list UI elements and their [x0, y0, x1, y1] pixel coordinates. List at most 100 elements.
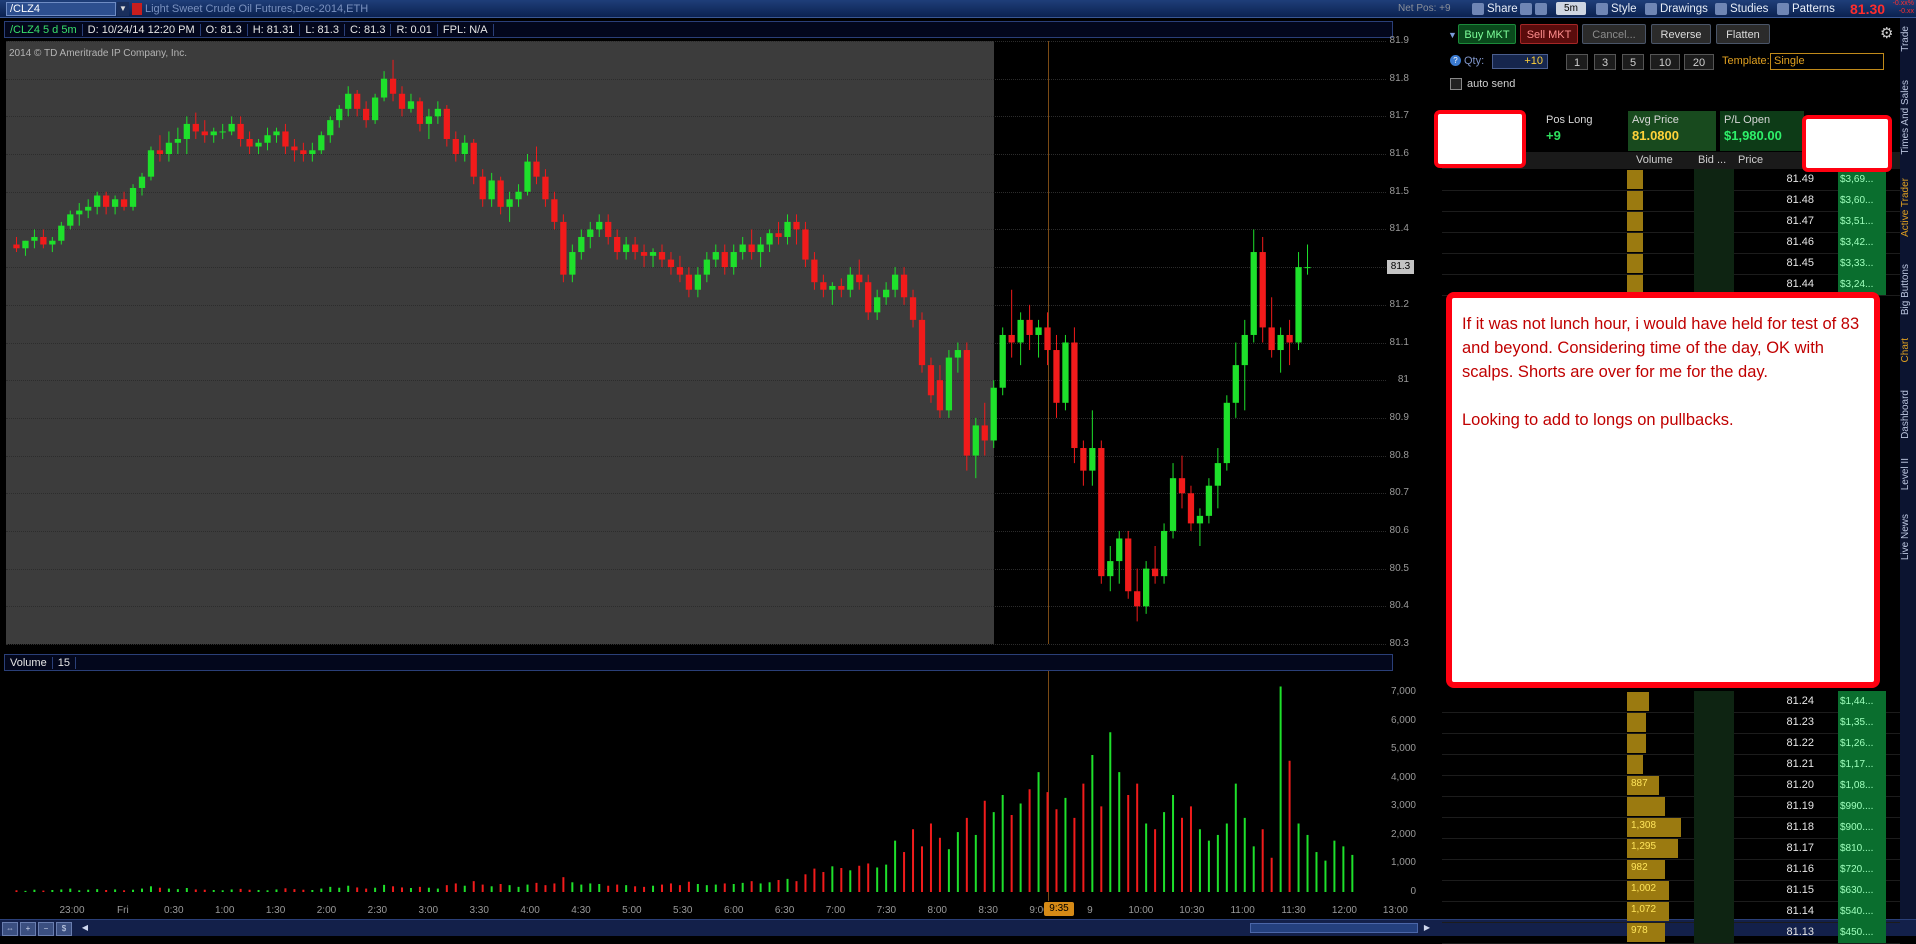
side-tab-big-buttons[interactable]: Big Buttons	[1900, 264, 1916, 315]
ladder-price[interactable]: 81.13	[1734, 922, 1830, 943]
candle	[623, 236, 630, 260]
ladder-bid-cell[interactable]	[1694, 169, 1734, 190]
studies-button[interactable]: Studies	[1715, 1, 1768, 17]
time-axis[interactable]: 23:00 Fri 0:30 1:00 1:30 2:00 2:30 3:00 3:30 4:00…	[6, 903, 1407, 919]
drawings-button[interactable]: Drawings	[1645, 1, 1708, 17]
ladder-price[interactable]: 81.22	[1734, 733, 1830, 754]
pos-long-value: +9	[1546, 128, 1561, 143]
ladder-bid-cell[interactable]	[1694, 253, 1734, 274]
price-axis[interactable]: 81.9 81.8 81.7 81.6 81.5 81.4 81.3 81.2 81.1 81 80…	[1386, 35, 1412, 649]
expand-icon[interactable]: ⇔	[2, 922, 18, 936]
side-tab-active-trader[interactable]: Active Trader	[1900, 178, 1916, 237]
side-tab-times-and-sales[interactable]: Times And Sales	[1900, 80, 1916, 155]
ladder-bid-cell[interactable]	[1694, 232, 1734, 253]
side-tab-chart[interactable]: Chart	[1900, 338, 1916, 362]
ladder-bid-cell[interactable]	[1694, 859, 1734, 880]
qty-20-button[interactable]: 20	[1684, 54, 1714, 70]
style-button[interactable]: Style	[1596, 1, 1637, 17]
ladder-row[interactable]: 1,308 81.18 $900....	[1442, 817, 1900, 839]
ladder-row[interactable]: 81.45 $3,33...	[1442, 253, 1900, 275]
ladder-row[interactable]: 81.24 $1,44...	[1442, 691, 1900, 713]
ladder-bid-cell[interactable]	[1694, 817, 1734, 838]
ladder-row[interactable]: 978 81.13 $450....	[1442, 922, 1900, 944]
zoom-in-icon[interactable]: +	[20, 922, 36, 936]
scroll-left-icon[interactable]: ◀	[78, 922, 92, 934]
ladder-price[interactable]: 81.45	[1734, 253, 1830, 274]
symbol-input[interactable]: /CLZ4	[6, 2, 116, 16]
ladder-price[interactable]: 81.17	[1734, 838, 1830, 859]
side-tab-level-ii[interactable]: Level II	[1900, 458, 1916, 490]
ladder-bid-cell[interactable]	[1694, 733, 1734, 754]
side-tab-dashboard[interactable]: Dashboard	[1900, 390, 1916, 439]
ladder-bid-cell[interactable]	[1694, 880, 1734, 901]
ladder-price[interactable]: 81.47	[1734, 211, 1830, 232]
candle	[936, 365, 944, 418]
ladder-price[interactable]: 81.46	[1734, 232, 1830, 253]
ladder-row[interactable]: 81.47 $3,51...	[1442, 211, 1900, 233]
symbol-dropdown-icon[interactable]: ▼	[117, 2, 129, 16]
ladder-row[interactable]: 1,072 81.14 $540....	[1442, 901, 1900, 923]
ladder-bid-header[interactable]: Bid ...	[1698, 154, 1726, 166]
ladder-price[interactable]: 81.15	[1734, 880, 1830, 901]
ladder-bid-cell[interactable]	[1694, 775, 1734, 796]
buy-market-button[interactable]: Buy MKT	[1458, 24, 1516, 44]
checkbox-icon[interactable]	[1450, 78, 1462, 90]
ladder-row[interactable]: 81.19 $990....	[1442, 796, 1900, 818]
scroll-right-icon[interactable]: ▶	[1420, 922, 1434, 934]
ladder-price[interactable]: 81.49	[1734, 169, 1830, 190]
sell-market-button[interactable]: Sell MKT	[1520, 24, 1578, 44]
ladder-row[interactable]: 1,295 81.17 $810....	[1442, 838, 1900, 860]
ladder-bid-cell[interactable]	[1694, 712, 1734, 733]
price-scale-icon[interactable]: $	[56, 922, 72, 936]
ladder-price[interactable]: 81.16	[1734, 859, 1830, 880]
ladder-row[interactable]: 982 81.16 $720....	[1442, 859, 1900, 881]
timeframe-selector[interactable]: 5m	[1556, 2, 1586, 15]
ladder-bid-cell[interactable]	[1694, 922, 1734, 943]
cursor-tool-icon[interactable]	[1520, 1, 1547, 17]
ladder-volume-header[interactable]: Volume	[1636, 154, 1673, 166]
horizontal-scrollbar[interactable]	[1250, 923, 1418, 933]
ladder-price[interactable]: 81.24	[1734, 691, 1830, 712]
ladder-bid-cell[interactable]	[1694, 901, 1734, 922]
share-button[interactable]: Share	[1472, 1, 1518, 17]
ladder-bid-cell[interactable]	[1694, 838, 1734, 859]
ladder-bid-cell[interactable]	[1694, 211, 1734, 232]
side-tab-live-news[interactable]: Live News	[1900, 514, 1916, 560]
ladder-price[interactable]: 81.20	[1734, 775, 1830, 796]
gear-icon[interactable]: ⚙	[1880, 24, 1893, 42]
ladder-price[interactable]: 81.48	[1734, 190, 1830, 211]
ladder-bid-cell[interactable]	[1694, 754, 1734, 775]
chart-symbol-period[interactable]: /CLZ4 5 d 5m	[5, 23, 83, 36]
ladder-price[interactable]: 81.21	[1734, 754, 1830, 775]
ladder-price[interactable]: 81.14	[1734, 901, 1830, 922]
qty-10-button[interactable]: 10	[1650, 54, 1680, 70]
template-select[interactable]: Single	[1770, 53, 1884, 70]
zoom-out-icon[interactable]: −	[38, 922, 54, 936]
ladder-row[interactable]: 81.48 $3,60...	[1442, 190, 1900, 212]
patterns-button[interactable]: Patterns	[1777, 1, 1835, 17]
cancel-button[interactable]: Cancel...	[1582, 24, 1646, 44]
time-tick-label: 13:00	[1382, 905, 1408, 916]
ladder-row[interactable]: 81.46 $3,42...	[1442, 232, 1900, 254]
ladder-price[interactable]: 81.23	[1734, 712, 1830, 733]
ladder-row[interactable]: 81.21 $1,17...	[1442, 754, 1900, 776]
ladder-bid-cell[interactable]	[1694, 190, 1734, 211]
qty-1-button[interactable]: 1	[1566, 54, 1588, 70]
side-tab-trade[interactable]: Trade	[1900, 26, 1916, 52]
ladder-row[interactable]: 81.22 $1,26...	[1442, 733, 1900, 755]
ladder-bid-cell[interactable]	[1694, 796, 1734, 817]
ladder-row[interactable]: 81.49 $3,69...	[1442, 169, 1900, 191]
quantity-stepper[interactable]: +10	[1492, 54, 1548, 69]
ladder-bid-cell[interactable]	[1694, 691, 1734, 712]
auto-send-checkbox[interactable]: auto send	[1450, 78, 1515, 90]
ladder-price[interactable]: 81.18	[1734, 817, 1830, 838]
ladder-row[interactable]: 81.23 $1,35...	[1442, 712, 1900, 734]
qty-5-button[interactable]: 5	[1622, 54, 1644, 70]
ladder-price-header[interactable]: Price	[1738, 154, 1763, 166]
ladder-row[interactable]: 1,002 81.15 $630....	[1442, 880, 1900, 902]
ladder-price[interactable]: 81.19	[1734, 796, 1830, 817]
qty-3-button[interactable]: 3	[1594, 54, 1616, 70]
ladder-row[interactable]: 887 81.20 $1,08...	[1442, 775, 1900, 797]
reverse-button[interactable]: Reverse	[1651, 24, 1711, 44]
flatten-button[interactable]: Flatten	[1716, 24, 1770, 44]
